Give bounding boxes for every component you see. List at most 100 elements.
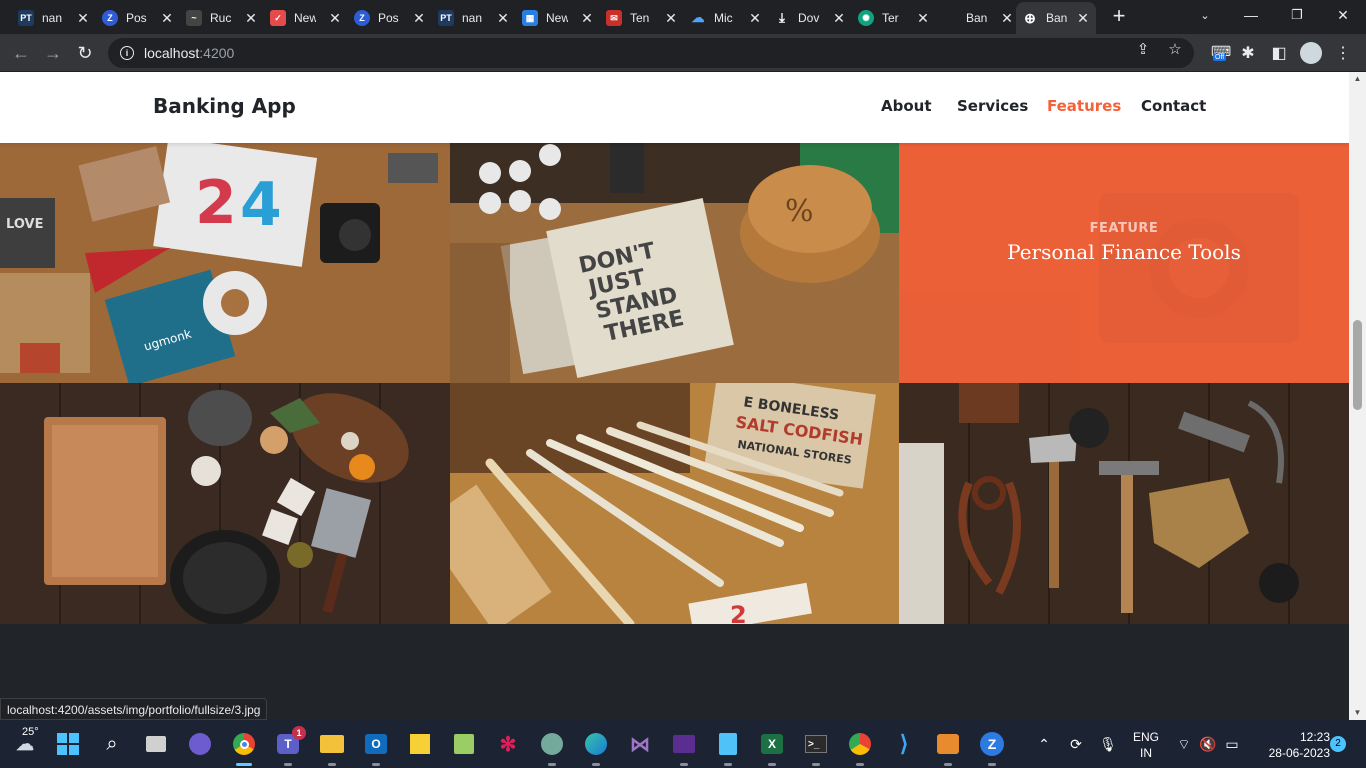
close-window-button[interactable]: ✕ xyxy=(1320,0,1366,30)
edge-icon[interactable] xyxy=(580,728,612,766)
meet-icon[interactable] xyxy=(184,728,216,760)
share-icon[interactable]: ⇪ xyxy=(1134,41,1152,59)
clock-date[interactable]: 28-06-2023 xyxy=(1252,746,1330,760)
task-view-icon[interactable] xyxy=(140,728,172,760)
browser-tab[interactable]: PT nan ✕ xyxy=(432,4,516,32)
chrome-taskbar-icon[interactable] xyxy=(228,728,260,766)
browser-toolbar: ← → ↻ i localhost:4200 ⇪ ☆ ⌨ Off ✱ ◧ ⋮ xyxy=(0,34,1366,72)
wifi-icon[interactable]: ⌔ xyxy=(1174,734,1194,754)
language-bottom[interactable]: IN xyxy=(1130,746,1162,760)
scrollbar-thumb[interactable] xyxy=(1353,320,1362,410)
visual-studio-icon[interactable]: ⋈ xyxy=(624,728,656,760)
spreadsheet-app-icon[interactable] xyxy=(448,728,480,760)
close-tab-icon[interactable]: ✕ xyxy=(1000,10,1014,27)
scroll-up-arrow-icon[interactable]: ▲ xyxy=(1349,72,1366,86)
browser-tab-active[interactable]: ⊕ Ban ✕ xyxy=(1016,2,1096,34)
cloud-icon: ☁ xyxy=(691,10,705,25)
notepad-icon[interactable] xyxy=(712,728,744,766)
close-tab-icon[interactable]: ✕ xyxy=(244,10,258,27)
browser-tab[interactable]: ✓ New ✕ xyxy=(264,4,348,32)
browser-tab[interactable]: ~ Ruc ✕ xyxy=(180,4,264,32)
terminal-purple-icon[interactable] xyxy=(668,728,700,766)
notification-badge[interactable]: 2 xyxy=(1330,736,1346,752)
browser-tab[interactable]: PT nan ✕ xyxy=(12,4,96,32)
bookmark-star-icon[interactable]: ☆ xyxy=(1166,41,1184,59)
nav-contact[interactable]: Contact xyxy=(1141,97,1206,115)
profile-avatar[interactable] xyxy=(1300,42,1322,64)
close-tab-icon[interactable]: ✕ xyxy=(748,10,762,27)
weather-widget[interactable]: ☁ 25° xyxy=(8,726,42,760)
battery-icon[interactable]: ▭ xyxy=(1222,734,1242,754)
sync-icon[interactable]: ⟳ xyxy=(1066,734,1086,754)
svg-text:4: 4 xyxy=(240,170,282,240)
more-menu-icon[interactable]: ⋮ xyxy=(1332,42,1354,64)
z-icon: Z xyxy=(354,10,370,26)
side-panel-icon[interactable]: ◧ xyxy=(1268,42,1290,64)
page-scrollbar[interactable]: ▲ ▼ xyxy=(1349,72,1366,720)
scroll-down-arrow-icon[interactable]: ▼ xyxy=(1349,706,1366,720)
browser-tab[interactable]: ▦ New ✕ xyxy=(516,4,600,32)
portfolio-item[interactable] xyxy=(0,383,450,624)
portfolio-item[interactable]: E BONELESS SALT CODFISH NATIONAL STORES … xyxy=(450,383,899,624)
close-tab-icon[interactable]: ✕ xyxy=(328,10,342,27)
portfolio-item[interactable]: 2 4 LOVE ugmonk xyxy=(0,143,450,383)
browser-tab[interactable]: Z Pos ✕ xyxy=(348,4,432,32)
new-tab-button[interactable]: + xyxy=(1108,5,1130,28)
close-tab-icon[interactable]: ✕ xyxy=(76,10,90,27)
tab-search-icon[interactable]: ⌄ xyxy=(1182,0,1228,30)
outlook-icon[interactable]: O xyxy=(360,728,392,766)
url-text: localhost:4200 xyxy=(144,45,235,61)
close-tab-icon[interactable]: ✕ xyxy=(1076,10,1090,27)
close-tab-icon[interactable]: ✕ xyxy=(412,10,426,27)
back-button[interactable]: ← xyxy=(8,40,34,66)
brand-logo[interactable]: Banking App xyxy=(153,94,296,118)
browser-tab[interactable]: ✉ Ten ✕ xyxy=(600,4,684,32)
chrome-profile-icon[interactable] xyxy=(844,728,876,766)
close-tab-icon[interactable]: ✕ xyxy=(160,10,174,27)
microphone-icon[interactable]: 🎙 xyxy=(1098,734,1118,754)
volume-muted-icon[interactable]: 🔇 xyxy=(1198,734,1218,754)
command-prompt-icon[interactable]: >_ xyxy=(800,728,832,766)
nav-about[interactable]: About xyxy=(881,97,932,115)
zoho-z-icon[interactable]: Z xyxy=(976,728,1008,766)
site-info-icon[interactable]: i xyxy=(120,46,134,60)
portfolio-title: Personal Finance Tools xyxy=(1007,239,1241,264)
excel-icon[interactable]: X xyxy=(756,728,788,766)
sticky-notes-icon[interactable] xyxy=(404,728,436,760)
browser-tab[interactable]: Ban ✕ xyxy=(936,4,1020,32)
portfolio-item-active[interactable]: FEATURE Personal Finance Tools xyxy=(899,143,1349,383)
portfolio-item[interactable] xyxy=(899,383,1349,624)
browser-tab[interactable]: ⤓ Dov ✕ xyxy=(768,4,852,32)
close-tab-icon[interactable]: ✕ xyxy=(664,10,678,27)
close-tab-icon[interactable]: ✕ xyxy=(832,10,846,27)
extensions-puzzle-icon[interactable]: ✱ xyxy=(1237,42,1259,64)
browser-tab[interactable]: ✺ Ter ✕ xyxy=(852,4,936,32)
browser-tab[interactable]: Z Pos ✕ xyxy=(96,4,180,32)
forward-button[interactable]: → xyxy=(40,40,66,66)
file-explorer-icon[interactable] xyxy=(316,728,348,766)
search-icon[interactable]: ⌕ xyxy=(96,728,128,760)
portfolio-item[interactable]: DON'T JUST STAND THERE % xyxy=(450,143,899,383)
browser-tab[interactable]: ☁ Mic ✕ xyxy=(684,4,768,32)
nav-features[interactable]: Features xyxy=(1047,97,1121,115)
clock-time[interactable]: 12:23 xyxy=(1282,730,1330,744)
extension-off-icon[interactable]: ⌨ Off xyxy=(1208,42,1231,64)
teams-icon[interactable]: T 1 xyxy=(272,726,306,766)
start-button[interactable] xyxy=(52,728,84,760)
paint-icon[interactable] xyxy=(932,728,964,766)
chevron-up-icon[interactable]: ⌃ xyxy=(1034,734,1054,754)
nav-services[interactable]: Services xyxy=(957,97,1028,115)
slack-icon[interactable]: ✻ xyxy=(492,728,524,760)
address-bar[interactable]: i localhost:4200 xyxy=(108,38,1194,68)
close-tab-icon[interactable]: ✕ xyxy=(580,10,594,27)
minimize-button[interactable]: — xyxy=(1228,0,1274,30)
close-tab-icon[interactable]: ✕ xyxy=(496,10,510,27)
download-icon: ⤓ xyxy=(779,10,785,25)
reload-button[interactable]: ↻ xyxy=(72,40,98,66)
close-tab-icon[interactable]: ✕ xyxy=(916,10,930,27)
chatgpt-icon[interactable] xyxy=(536,728,568,766)
windows-logo-icon xyxy=(57,733,79,755)
restore-button[interactable]: ❐ xyxy=(1274,0,1320,30)
vscode-icon[interactable]: ⟩ xyxy=(888,728,920,760)
language-top[interactable]: ENG xyxy=(1130,730,1162,744)
